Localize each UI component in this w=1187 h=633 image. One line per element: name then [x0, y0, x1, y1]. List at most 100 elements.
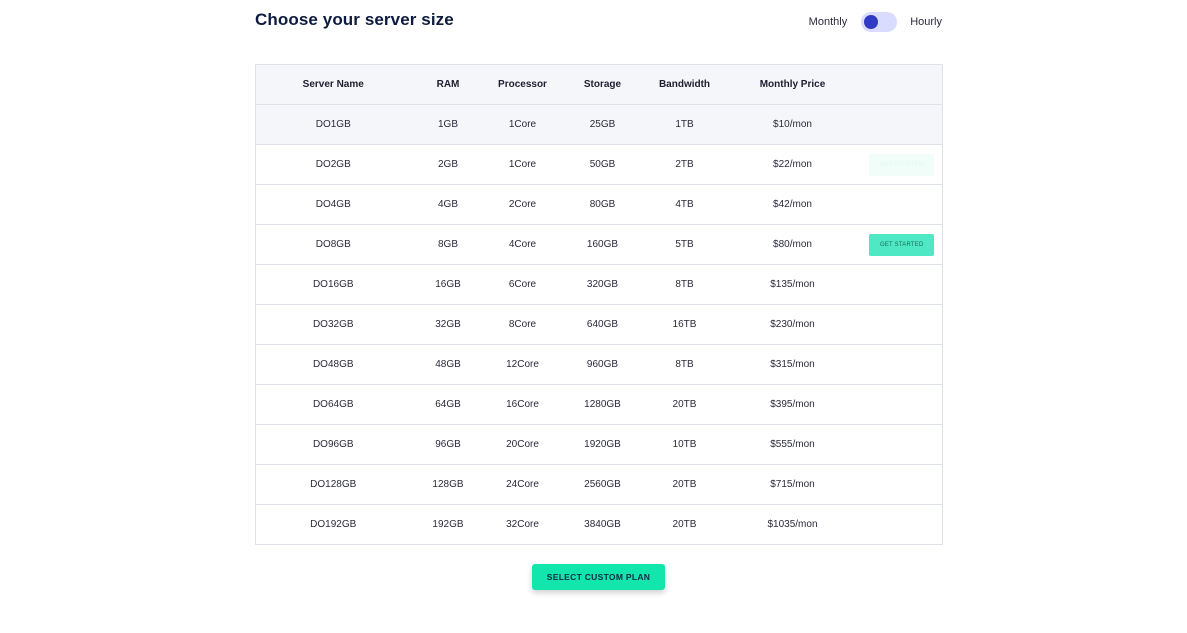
processor-cell: 1Core — [485, 104, 560, 145]
storage-cell: 80GB — [559, 184, 646, 225]
toggle-knob — [864, 15, 879, 29]
bandwidth-cell: 20TB — [645, 384, 724, 425]
table-row: DO64GB 64GB 16Core 1280GB 20TB $395/mon — [255, 384, 943, 425]
table-row: DO8GB 8GB 4Core 160GB 5TB $80/mon GET STARTED — [255, 224, 943, 265]
table-body: DO1GB 1GB 1Core 25GB 1TB $10/mon DO2GB 2GB 1Core… — [255, 104, 943, 545]
monthly-label[interactable]: Monthly — [809, 16, 848, 28]
ram-cell: 192GB — [410, 504, 486, 545]
server-name-cell: DO128GB — [255, 464, 411, 505]
bandwidth-cell: 10TB — [645, 424, 724, 465]
storage-cell: 3840GB — [559, 504, 646, 545]
action-cell — [861, 264, 943, 305]
col-monthly-price-header: Monthly Price — [723, 64, 862, 105]
processor-cell: 32Core — [485, 504, 560, 545]
processor-cell: 1Core — [485, 144, 560, 185]
storage-cell: 50GB — [559, 144, 646, 185]
col-bandwidth-header: Bandwidth — [645, 64, 724, 105]
price-cell: $10/mon — [723, 104, 862, 145]
processor-cell: 20Core — [485, 424, 560, 465]
price-cell: $135/mon — [723, 264, 862, 305]
action-cell — [861, 464, 943, 505]
bandwidth-cell: 8TB — [645, 264, 724, 305]
action-cell — [861, 504, 943, 545]
bandwidth-cell: 4TB — [645, 184, 724, 225]
processor-cell: 4Core — [485, 224, 560, 265]
price-cell: $395/mon — [723, 384, 862, 425]
table-row: DO96GB 96GB 20Core 1920GB 10TB $555/mon — [255, 424, 943, 465]
bandwidth-cell: 16TB — [645, 304, 724, 345]
action-cell — [861, 184, 943, 225]
bandwidth-cell: 20TB — [645, 504, 724, 545]
bandwidth-cell: 8TB — [645, 344, 724, 385]
table-row: DO4GB 4GB 2Core 80GB 4TB $42/mon — [255, 184, 943, 225]
action-cell: GET STARTED — [861, 224, 943, 265]
server-name-cell: DO8GB — [255, 224, 411, 265]
price-cell: $715/mon — [723, 464, 862, 505]
processor-cell: 16Core — [485, 384, 560, 425]
server-name-cell: DO2GB — [255, 144, 411, 185]
ram-cell: 128GB — [410, 464, 486, 505]
server-name-cell: DO1GB — [255, 104, 411, 145]
get-started-button[interactable]: GET STARTED — [869, 233, 935, 256]
bandwidth-cell: 5TB — [645, 224, 724, 265]
action-cell — [861, 344, 943, 385]
price-cell: $230/mon — [723, 304, 862, 345]
table-row: DO32GB 32GB 8Core 640GB 16TB $230/mon — [255, 304, 943, 345]
ram-cell: 64GB — [410, 384, 486, 425]
col-action-header — [861, 64, 943, 105]
storage-cell: 640GB — [559, 304, 646, 345]
price-cell: $80/mon — [723, 224, 862, 265]
action-cell — [861, 304, 943, 345]
storage-cell: 25GB — [559, 104, 646, 145]
server-name-cell: DO96GB — [255, 424, 411, 465]
server-size-page: Choose your server size Monthly Hourly S… — [0, 0, 1187, 633]
select-custom-plan-button[interactable]: SELECT CUSTOM PLAN — [532, 564, 665, 590]
processor-cell: 12Core — [485, 344, 560, 385]
storage-cell: 1280GB — [559, 384, 646, 425]
storage-cell: 960GB — [559, 344, 646, 385]
table-row: DO1GB 1GB 1Core 25GB 1TB $10/mon — [255, 104, 943, 145]
price-cell: $555/mon — [723, 424, 862, 465]
ram-cell: 8GB — [410, 224, 486, 265]
processor-cell: 2Core — [485, 184, 560, 225]
price-cell: $42/mon — [723, 184, 862, 225]
get-started-button[interactable]: GET STARTED — [869, 153, 935, 176]
action-cell — [861, 424, 943, 465]
table-header-row: Server Name RAM Processor Storage Bandwidth M… — [255, 64, 943, 105]
ram-cell: 96GB — [410, 424, 486, 465]
page-title: Choose your server size — [255, 10, 454, 29]
processor-cell: 24Core — [485, 464, 560, 505]
server-name-cell: DO192GB — [255, 504, 411, 545]
server-name-cell: DO4GB — [255, 184, 411, 225]
storage-cell: 2560GB — [559, 464, 646, 505]
storage-cell: 1920GB — [559, 424, 646, 465]
hourly-label[interactable]: Hourly — [910, 16, 942, 28]
table-row: DO2GB 2GB 1Core 50GB 2TB $22/mon GET STARTED — [255, 144, 943, 185]
header: Choose your server size Monthly Hourly — [255, 0, 942, 44]
server-name-cell: DO64GB — [255, 384, 411, 425]
ram-cell: 48GB — [410, 344, 486, 385]
storage-cell: 320GB — [559, 264, 646, 305]
action-cell — [861, 104, 943, 145]
ram-cell: 2GB — [410, 144, 486, 185]
price-cell: $1035/mon — [723, 504, 862, 545]
billing-toggle-switch[interactable] — [861, 12, 898, 32]
col-storage-header: Storage — [559, 64, 646, 105]
bandwidth-cell: 2TB — [645, 144, 724, 185]
table-row: DO192GB 192GB 32Core 3840GB 20TB $1035/mon — [255, 504, 943, 545]
table-row: DO48GB 48GB 12Core 960GB 8TB $315/mon — [255, 344, 943, 385]
server-name-cell: DO48GB — [255, 344, 411, 385]
server-plans-table: Server Name RAM Processor Storage Bandwidth M… — [255, 64, 943, 545]
price-cell: $315/mon — [723, 344, 862, 385]
action-cell — [861, 384, 943, 425]
bandwidth-cell: 1TB — [645, 104, 724, 145]
storage-cell: 160GB — [559, 224, 646, 265]
col-server-name-header: Server Name — [255, 64, 411, 105]
ram-cell: 32GB — [410, 304, 486, 345]
ram-cell: 16GB — [410, 264, 486, 305]
server-name-cell: DO32GB — [255, 304, 411, 345]
bandwidth-cell: 20TB — [645, 464, 724, 505]
processor-cell: 6Core — [485, 264, 560, 305]
table-row: DO128GB 128GB 24Core 2560GB 20TB $715/mon — [255, 464, 943, 505]
server-name-cell: DO16GB — [255, 264, 411, 305]
